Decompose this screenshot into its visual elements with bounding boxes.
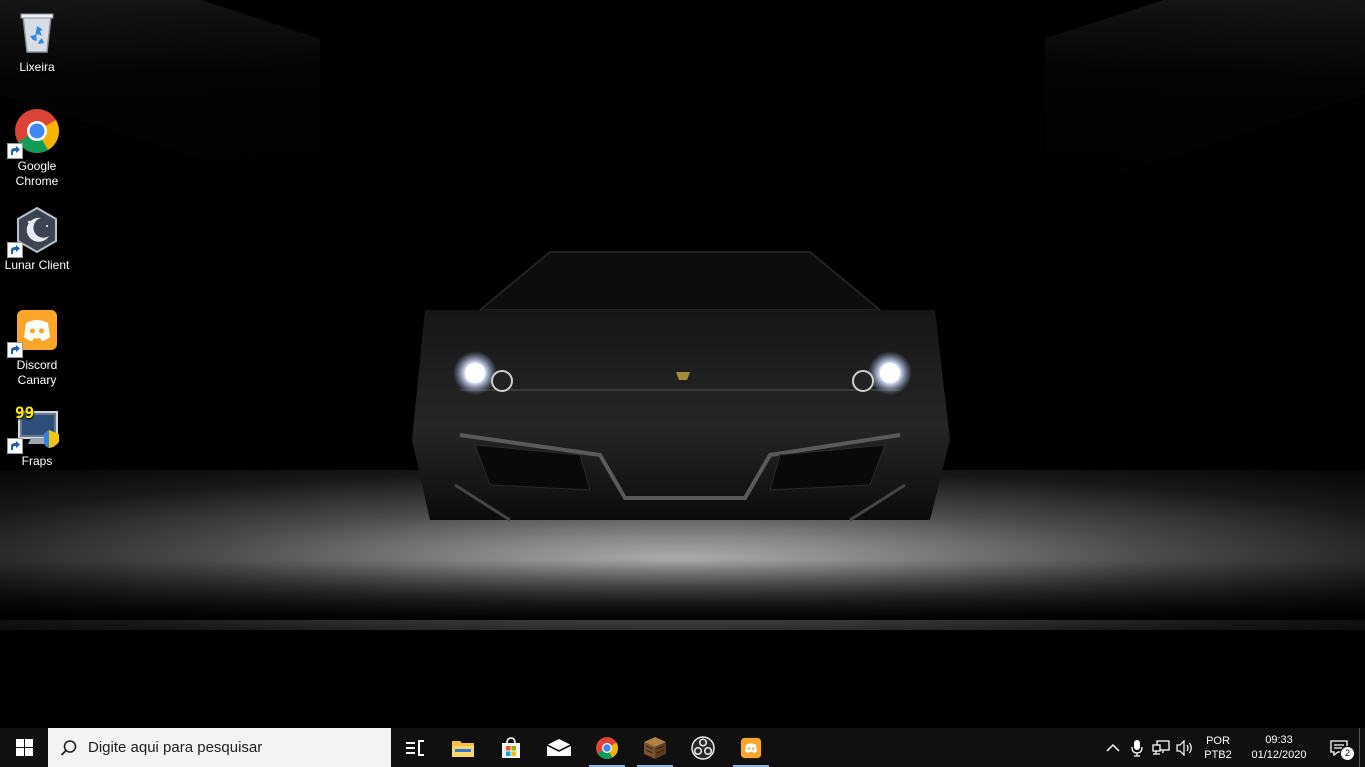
clock-date: 01/12/2020 <box>1251 748 1307 761</box>
discord-canary-icon <box>7 306 61 358</box>
svg-text:99: 99 <box>15 403 34 422</box>
discord-canary-icon <box>740 737 762 758</box>
wallpaper-floor-fade <box>0 560 1365 620</box>
shortcut-arrow-icon <box>7 242 23 258</box>
windows-logo-icon <box>15 739 33 756</box>
desktop: Lixeira Google Chrome Lunar Client Disco… <box>0 0 1365 728</box>
desktop-icon-label: Discord Canary <box>16 358 58 387</box>
fraps-icon: 99 <box>7 402 61 454</box>
clock-time: 09:33 <box>1265 733 1293 746</box>
input-language-indicator[interactable]: POR PTB2 <box>1201 734 1235 762</box>
chevron-up-icon <box>1106 743 1120 752</box>
taskbar-minecraft[interactable] <box>631 728 679 767</box>
obs-icon <box>691 735 715 760</box>
microphone-icon <box>1131 739 1143 757</box>
action-center-button[interactable]: 2 <box>1319 728 1359 767</box>
desktop-icon-label: Lunar Client <box>4 258 70 272</box>
taskbar-chrome[interactable] <box>583 728 631 767</box>
folder-icon <box>452 740 474 757</box>
store-icon <box>502 736 520 758</box>
language-code: POR <box>1206 734 1230 747</box>
desktop-icon-label: Fraps <box>21 454 53 468</box>
minecraft-icon <box>644 736 666 759</box>
mail-icon <box>546 738 572 756</box>
volume-tray-button[interactable] <box>1173 728 1197 767</box>
desktop-icon-label: Google Chrome <box>15 159 59 188</box>
taskbar-microsoft-store[interactable] <box>487 728 535 767</box>
microphone-tray-button[interactable] <box>1125 728 1149 767</box>
desktop-icon-google-chrome[interactable]: Google Chrome <box>0 107 74 189</box>
lunar-client-icon <box>7 206 61 258</box>
keyboard-layout: PTB2 <box>1204 748 1232 761</box>
recycle-bin-icon <box>13 8 61 56</box>
shortcut-arrow-icon <box>7 342 23 358</box>
desktop-icon-recycle-bin[interactable]: Lixeira <box>0 8 74 75</box>
chrome-icon <box>596 736 618 759</box>
task-view-button[interactable] <box>391 728 439 767</box>
speaker-icon <box>1176 739 1192 756</box>
taskbar-mail[interactable] <box>535 728 583 767</box>
network-tray-button[interactable] <box>1149 728 1173 767</box>
start-button[interactable] <box>0 728 48 767</box>
taskbar: Digite aqui para pesquisar POR PTB2 09:3… <box>0 728 1365 767</box>
wallpaper-light-beam-right <box>1045 0 1365 199</box>
show-hidden-icons-button[interactable] <box>1101 728 1125 767</box>
task-view-icon <box>406 739 424 756</box>
taskbar-discord-canary[interactable] <box>727 728 775 767</box>
network-icon <box>1152 739 1170 755</box>
desktop-icon-label: Lixeira <box>19 60 55 74</box>
desktop-icon-discord-canary[interactable]: Discord Canary <box>0 306 74 388</box>
search-icon <box>60 739 77 756</box>
search-placeholder: Digite aqui para pesquisar <box>88 739 263 756</box>
system-tray: POR PTB2 09:33 01/12/2020 2 <box>1101 728 1365 767</box>
clock[interactable]: 09:33 01/12/2020 <box>1239 733 1319 763</box>
search-box[interactable]: Digite aqui para pesquisar <box>48 728 391 767</box>
desktop-icon-lunar-client[interactable]: Lunar Client <box>0 206 74 273</box>
shortcut-arrow-icon <box>7 438 23 454</box>
chrome-icon <box>7 107 61 159</box>
show-desktop-button[interactable] <box>1359 728 1365 767</box>
desktop-icon-fraps[interactable]: 99 Fraps <box>0 402 74 469</box>
notification-count-badge: 2 <box>1340 746 1355 761</box>
taskbar-file-explorer[interactable] <box>439 728 487 767</box>
taskbar-obs[interactable] <box>679 728 727 767</box>
wallpaper-car <box>412 251 950 522</box>
shortcut-arrow-icon <box>7 143 23 159</box>
